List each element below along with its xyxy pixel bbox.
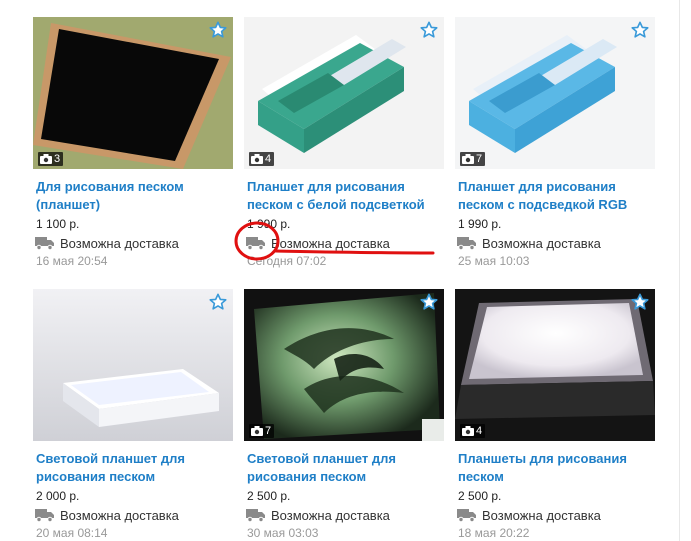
listing-photo[interactable]: 4 bbox=[455, 289, 655, 441]
photo-tablet-white-lit bbox=[33, 289, 233, 441]
delivery-info: Возможна доставка bbox=[33, 507, 233, 523]
delivery-label: Возможна доставка bbox=[271, 507, 390, 523]
listing-date: 30 мая 03:03 bbox=[247, 526, 319, 540]
listing-price: 1 990 р. bbox=[247, 217, 291, 231]
photo-count: 3 bbox=[54, 153, 61, 165]
delivery-label: Возможна доставка bbox=[60, 507, 179, 523]
truck-icon bbox=[35, 509, 54, 522]
favorite-star-icon[interactable] bbox=[209, 293, 227, 311]
listing-date: 25 мая 10:03 bbox=[458, 254, 530, 268]
truck-icon bbox=[457, 237, 476, 250]
photo-count-badge: 7 bbox=[460, 152, 486, 166]
delivery-info: Возможна доставка bbox=[455, 235, 655, 251]
photo-count-badge: 3 bbox=[38, 152, 64, 166]
photo-count: 4 bbox=[476, 425, 483, 437]
delivery-info: Возможна доставка bbox=[33, 235, 233, 251]
listing-photo[interactable] bbox=[33, 289, 233, 441]
listing-price: 1 100 р. bbox=[36, 217, 80, 231]
listing-title[interactable]: Световой планшет для рисования песком bbox=[244, 450, 447, 486]
listing-card[interactable]: 4 Планшеты для рисования песком 2 500 р.… bbox=[455, 289, 655, 541]
listing-card[interactable]: 4 Планшет для рисования песком с белой п… bbox=[244, 17, 444, 269]
delivery-label: Возможна доставка bbox=[482, 235, 601, 251]
listing-price: 2 500 р. bbox=[458, 489, 502, 503]
page-divider bbox=[679, 0, 680, 541]
truck-icon bbox=[246, 509, 265, 522]
listing-title[interactable]: Световой планшет для рисования песком bbox=[33, 450, 236, 486]
photo-tablet-blue bbox=[455, 17, 655, 169]
photo-count: 7 bbox=[265, 425, 272, 437]
favorite-star-icon[interactable] bbox=[209, 21, 227, 39]
favorite-star-icon[interactable] bbox=[631, 293, 649, 311]
listing-photo[interactable]: 3 bbox=[33, 17, 233, 169]
truck-icon bbox=[246, 237, 265, 250]
listing-title[interactable]: Планшет для рисования песком с подсведко… bbox=[455, 178, 658, 214]
photo-count-badge: 7 bbox=[249, 424, 275, 438]
listing-price: 2 500 р. bbox=[247, 489, 291, 503]
photo-tablet-lit-dark bbox=[455, 289, 655, 441]
listing-date: 18 мая 20:22 bbox=[458, 526, 530, 540]
photo-count-badge: 4 bbox=[460, 424, 486, 438]
favorite-star-icon[interactable] bbox=[631, 21, 649, 39]
listing-photo[interactable]: 7 bbox=[455, 17, 655, 169]
truck-icon bbox=[457, 509, 476, 522]
photo-tablet-green bbox=[244, 17, 444, 169]
listing-card[interactable]: 7 Световой планшет для рисования песком … bbox=[244, 289, 444, 541]
photo-sand-tablet-black bbox=[33, 17, 233, 169]
camera-icon bbox=[462, 154, 474, 164]
photo-count: 7 bbox=[476, 153, 483, 165]
listing-date: 20 мая 08:14 bbox=[36, 526, 108, 540]
truck-icon bbox=[35, 237, 54, 250]
listing-card[interactable]: 3 Для рисования песком (планшет) 1 100 р… bbox=[33, 17, 233, 269]
listing-card[interactable]: Световой планшет для рисования песком 2 … bbox=[33, 289, 233, 541]
listing-title[interactable]: Планшет для рисования песком с белой под… bbox=[244, 178, 447, 214]
listing-photo[interactable]: 4 bbox=[244, 17, 444, 169]
delivery-info: Возможна доставка bbox=[244, 507, 444, 523]
camera-icon bbox=[462, 426, 474, 436]
delivery-info: Возможна доставка bbox=[244, 235, 444, 251]
delivery-label: Возможна доставка bbox=[60, 235, 179, 251]
listing-title[interactable]: Планшеты для рисования песком bbox=[455, 450, 658, 486]
listing-title[interactable]: Для рисования песком (планшет) bbox=[33, 178, 236, 214]
camera-icon bbox=[251, 426, 263, 436]
listing-price: 1 990 р. bbox=[458, 217, 502, 231]
favorite-star-icon[interactable] bbox=[420, 293, 438, 311]
listing-price: 2 000 р. bbox=[36, 489, 80, 503]
favorite-star-icon[interactable] bbox=[420, 21, 438, 39]
photo-count: 4 bbox=[265, 153, 272, 165]
camera-icon bbox=[40, 154, 52, 164]
photo-sand-art-green bbox=[244, 289, 444, 441]
listing-date: 16 мая 20:54 bbox=[36, 254, 108, 268]
photo-count-badge: 4 bbox=[249, 152, 275, 166]
listing-date: Сегодня 07:02 bbox=[247, 254, 327, 268]
listing-card[interactable]: 7 Планшет для рисования песком с подсвед… bbox=[455, 17, 655, 269]
listing-photo[interactable]: 7 bbox=[244, 289, 444, 441]
camera-icon bbox=[251, 154, 263, 164]
delivery-label: Возможна доставка bbox=[482, 507, 601, 523]
delivery-info: Возможна доставка bbox=[455, 507, 655, 523]
delivery-label: Возможна доставка bbox=[271, 235, 390, 251]
